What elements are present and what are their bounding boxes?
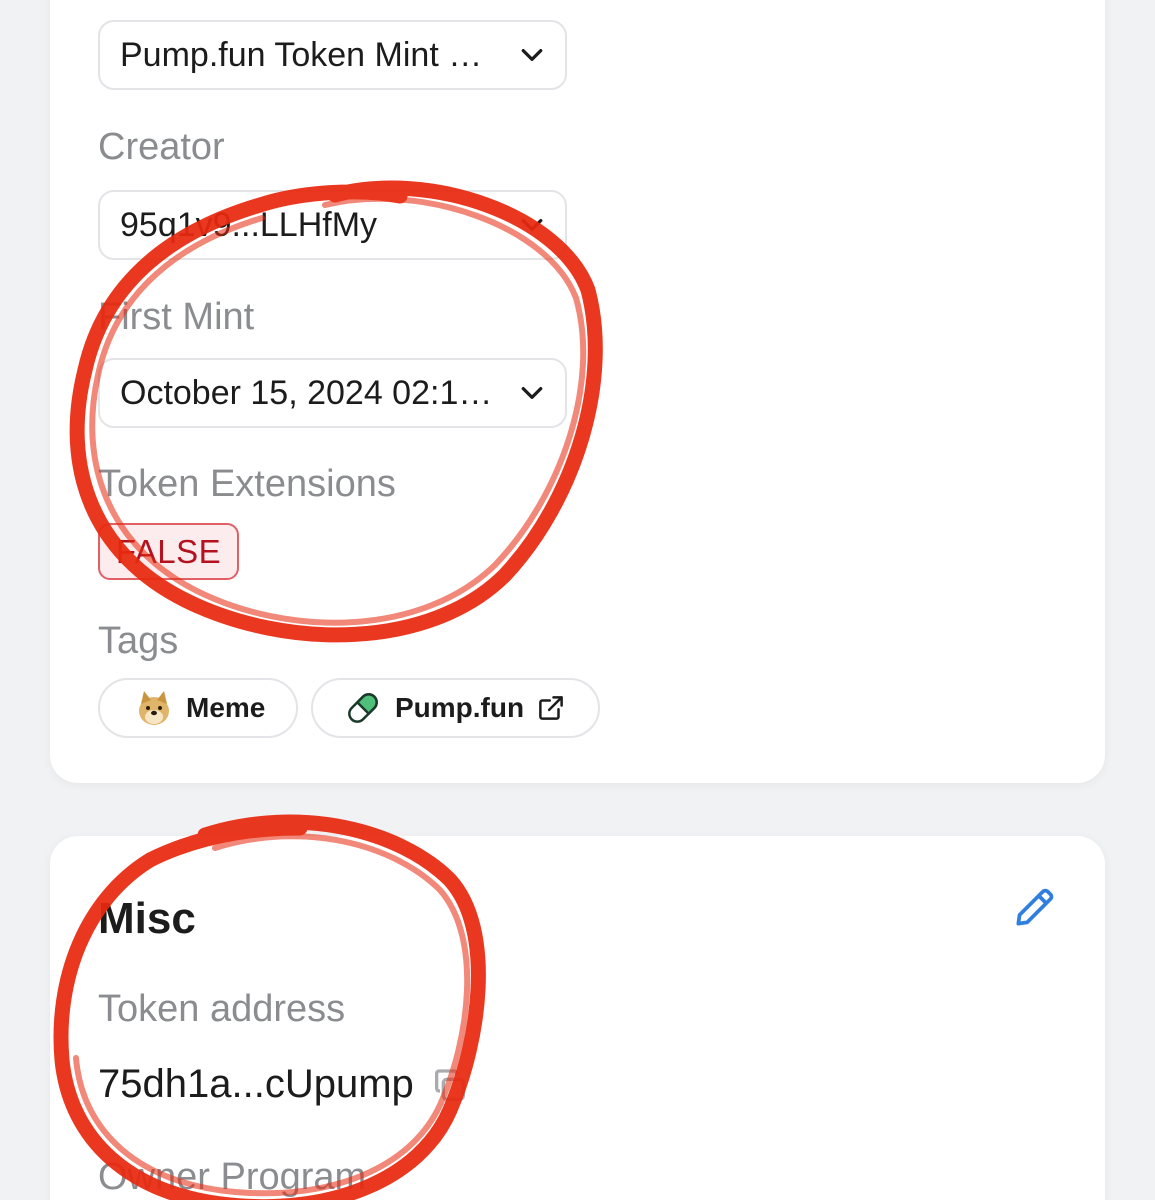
first-mint-dropdown[interactable]: October 15, 2024 02:1…	[98, 358, 567, 428]
chevron-down-icon	[521, 219, 543, 231]
token-extensions-badge: FALSE	[98, 523, 239, 580]
first-mint-label: First Mint	[98, 296, 255, 338]
creator-label: Creator	[98, 126, 225, 168]
tags-label: Tags	[98, 620, 179, 662]
doge-icon	[139, 691, 169, 725]
copy-icon[interactable]	[430, 1066, 470, 1106]
token-details-page: Pump.fun Token Mint … Creator 95q1v9...L…	[0, 0, 1155, 1200]
token-extensions-label: Token Extensions	[98, 463, 396, 505]
misc-card: Misc Token address 75dh1a...cUpump Owner…	[50, 836, 1105, 1200]
chevron-down-icon	[521, 49, 543, 61]
pencil-icon[interactable]	[1010, 882, 1060, 932]
token-address-label: Token address	[98, 988, 346, 1030]
tag-pump-fun[interactable]: Pump.fun	[311, 678, 600, 738]
program-dropdown[interactable]: Pump.fun Token Mint …	[98, 20, 567, 90]
token-info-card: Pump.fun Token Mint … Creator 95q1v9...L…	[50, 0, 1105, 783]
pill-icon	[348, 693, 378, 723]
tag-meme[interactable]: Meme	[98, 678, 298, 738]
external-link-icon	[539, 696, 563, 720]
token-address-value: 75dh1a...cUpump	[98, 1062, 414, 1106]
program-dropdown-value: Pump.fun Token Mint …	[120, 35, 483, 74]
chevron-down-icon	[521, 387, 543, 399]
first-mint-value: October 15, 2024 02:1…	[120, 373, 493, 412]
misc-title: Misc	[98, 894, 196, 943]
owner-program-label: Owner Program	[98, 1156, 367, 1198]
creator-dropdown[interactable]: 95q1v9...LLHfMy	[98, 190, 567, 260]
tag-pump-fun-label: Pump.fun	[395, 692, 525, 723]
tag-meme-label: Meme	[186, 692, 266, 723]
creator-value: 95q1v9...LLHfMy	[120, 205, 378, 244]
